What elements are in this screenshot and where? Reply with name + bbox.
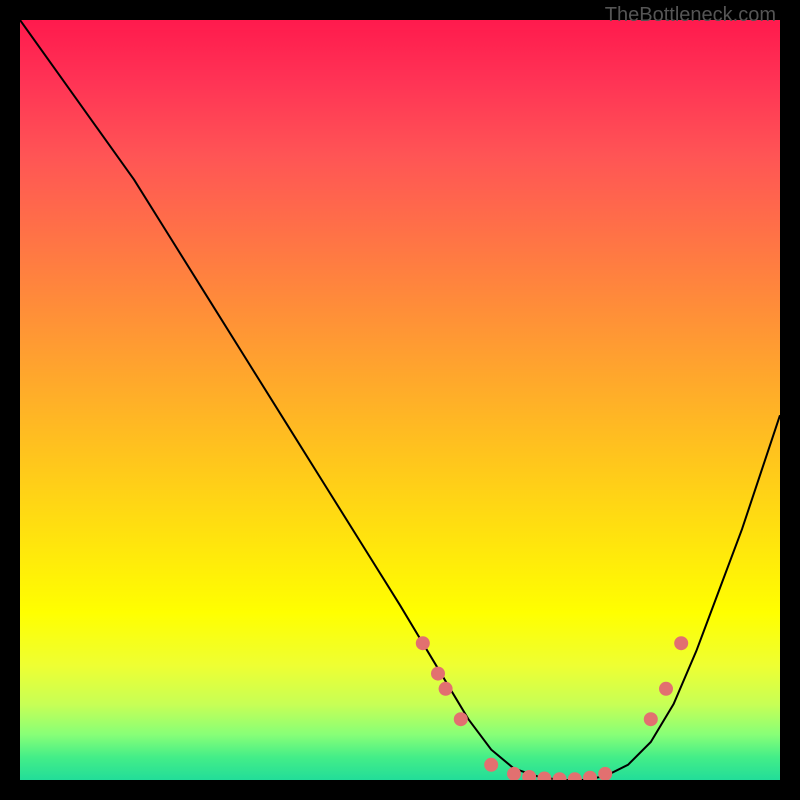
bottleneck-curve [20, 20, 780, 780]
data-marker [598, 767, 612, 780]
watermark-text: TheBottleneck.com [605, 4, 776, 27]
chart-svg [20, 20, 780, 780]
data-marker [416, 636, 430, 650]
data-marker [644, 712, 658, 726]
data-marker [439, 682, 453, 696]
data-marker [659, 682, 673, 696]
data-marker [553, 772, 567, 780]
data-marker [507, 767, 521, 780]
data-marker [537, 772, 551, 781]
chart-plot-area [20, 20, 780, 780]
data-marker [674, 636, 688, 650]
data-marker [431, 667, 445, 681]
data-marker [454, 712, 468, 726]
marker-group [416, 636, 688, 780]
data-marker [484, 758, 498, 772]
data-marker [568, 772, 582, 780]
data-marker [583, 771, 597, 780]
